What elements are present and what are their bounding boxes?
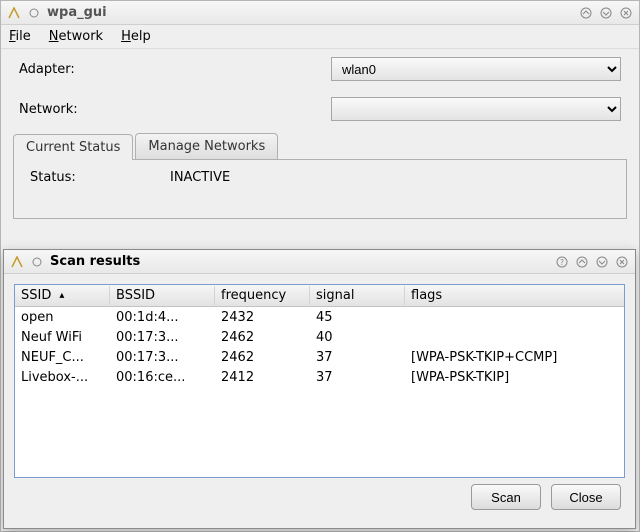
adapter-select[interactable]: wlan0 [331, 57, 621, 81]
window-app-icon [7, 6, 21, 20]
table-row[interactable]: NEUF_C... 00:17:3... 2462 37 [WPA-PSK-TK… [15, 347, 624, 367]
tabstrip: Current Status Manage Networks [13, 133, 627, 159]
menu-network[interactable]: Network [49, 29, 103, 44]
adapter-row: Adapter: wlan0 [1, 49, 639, 89]
network-select[interactable] [331, 97, 621, 121]
main-titlebar: wpa_gui [1, 1, 639, 25]
close-icon[interactable] [619, 6, 633, 20]
scan-maximize-icon[interactable] [595, 255, 609, 269]
scan-list: SSID ▴ BSSID frequency signal flags open… [14, 284, 625, 478]
scan-help-icon[interactable]: ? [555, 255, 569, 269]
tabs: Current Status Manage Networks Status: I… [13, 133, 627, 219]
menubar: File Network Help [1, 25, 639, 49]
main-window-title: wpa_gui [47, 5, 573, 20]
scan-close-icon[interactable] [615, 255, 629, 269]
table-row[interactable]: Livebox-... 00:16:ce... 2412 37 [WPA-PSK… [15, 367, 624, 387]
status-label: Status: [30, 170, 160, 185]
table-row[interactable]: Neuf WiFi 00:17:3... 2462 40 [15, 327, 624, 347]
scan-app-icon [10, 255, 24, 269]
tab-manage-networks[interactable]: Manage Networks [135, 133, 278, 159]
scan-list-rows: open 00:1d:4... 2432 45 Neuf WiFi 00:17:… [15, 307, 624, 387]
status-line: Status: INACTIVE [30, 170, 610, 185]
scan-button[interactable]: Scan [471, 484, 541, 510]
scan-list-header: SSID ▴ BSSID frequency signal flags [15, 285, 624, 307]
scan-window-title: Scan results [50, 254, 549, 269]
network-label: Network: [19, 102, 319, 117]
header-signal[interactable]: signal [310, 286, 405, 305]
header-flags[interactable]: flags [405, 286, 624, 305]
tab-body: Status: INACTIVE [13, 159, 627, 219]
tab-current-status[interactable]: Current Status [13, 134, 133, 160]
svg-text:?: ? [560, 258, 564, 267]
header-ssid[interactable]: SSID ▴ [15, 286, 110, 305]
dialog-buttons: Scan Close [14, 478, 625, 510]
scan-titlebar: Scan results ? [4, 250, 635, 274]
header-frequency[interactable]: frequency [215, 286, 310, 305]
minimize-icon[interactable] [579, 6, 593, 20]
scan-dot-icon [30, 255, 44, 269]
sort-asc-icon: ▴ [59, 290, 64, 301]
scan-minimize-icon[interactable] [575, 255, 589, 269]
header-bssid[interactable]: BSSID [110, 286, 215, 305]
table-row[interactable]: open 00:1d:4... 2432 45 [15, 307, 624, 327]
close-button[interactable]: Close [551, 484, 621, 510]
main-window: wpa_gui File Network Help Adapter: wlan0… [0, 0, 640, 532]
window-dot-icon [27, 6, 41, 20]
menu-help[interactable]: Help [121, 29, 151, 44]
maximize-icon[interactable] [599, 6, 613, 20]
scan-body: SSID ▴ BSSID frequency signal flags open… [4, 274, 635, 520]
network-row: Network: [1, 89, 639, 129]
scan-results-window: Scan results ? SSID ▴ BSSI [3, 249, 636, 529]
status-value: INACTIVE [170, 170, 230, 185]
adapter-label: Adapter: [19, 62, 319, 77]
menu-file[interactable]: File [9, 29, 31, 44]
